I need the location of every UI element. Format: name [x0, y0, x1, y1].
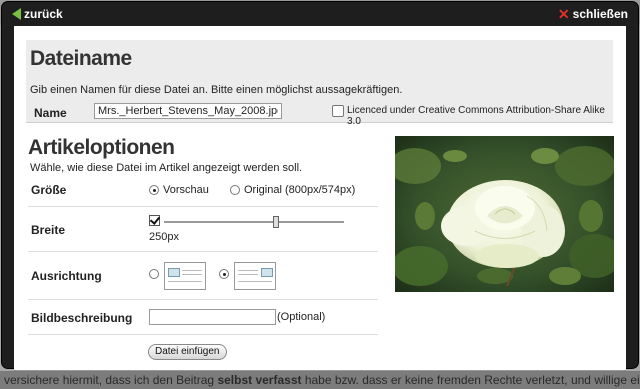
- caption-label: Bildbeschreibung: [31, 311, 133, 325]
- dialog-topbar: zurück ✕ schließen: [2, 2, 638, 26]
- text-line: [182, 270, 202, 271]
- row-divider: [28, 299, 378, 300]
- width-slider-track[interactable]: [164, 221, 344, 223]
- size-preview-label: Vorschau: [163, 184, 209, 196]
- size-label: Größe: [31, 183, 67, 197]
- align-right-preview[interactable]: [234, 262, 276, 290]
- row-divider: [28, 334, 378, 335]
- filename-title: Dateiname: [30, 47, 132, 70]
- back-button[interactable]: zurück: [12, 7, 63, 21]
- background-page-text: versichere hiermit, dass ich den Beitrag…: [0, 371, 640, 389]
- upload-dialog: zurück ✕ schließen Dateiname Gib einen N…: [2, 2, 638, 370]
- align-left-radio[interactable]: [149, 269, 159, 279]
- text-line: [182, 274, 202, 275]
- back-label: zurück: [24, 7, 63, 21]
- text-line: [238, 274, 258, 275]
- filename-panel: Dateiname Gib einen Namen für diese Date…: [26, 40, 613, 127]
- rose-photo: [395, 136, 614, 292]
- size-original-label: Original (800px/574px): [244, 184, 356, 196]
- caption-input[interactable]: [149, 309, 276, 325]
- license-checkbox[interactable]: [332, 105, 344, 117]
- image-preview: [395, 136, 614, 292]
- options-title: Artikeloptionen: [28, 136, 175, 159]
- filename-input[interactable]: [94, 103, 282, 119]
- background-text-bold: selbst verfasst: [217, 373, 302, 387]
- text-line: [238, 270, 258, 271]
- close-label: schließen: [572, 7, 628, 21]
- width-enable-checkbox[interactable]: [149, 215, 160, 226]
- image-icon: [261, 268, 273, 277]
- background-text-part: habe bzw. dass er keine fremden Rechte v…: [301, 373, 640, 387]
- filename-description: Gib einen Namen für diese Datei an. Bitt…: [30, 84, 403, 96]
- alignment-label: Ausrichtung: [31, 269, 102, 283]
- size-preview-radio[interactable]: [149, 185, 159, 195]
- width-value: 250px: [149, 231, 179, 243]
- align-right-radio[interactable]: [219, 269, 229, 279]
- row-divider: [28, 251, 378, 252]
- text-line: [168, 281, 202, 282]
- row-divider: [28, 206, 378, 207]
- width-label: Breite: [31, 223, 66, 237]
- background-text-part: versichere hiermit, dass ich den Beitrag: [4, 373, 218, 387]
- close-icon: ✕: [557, 6, 570, 22]
- close-button[interactable]: ✕ schließen: [558, 7, 628, 21]
- size-original-radio[interactable]: [230, 185, 240, 195]
- back-arrow-icon: [12, 8, 21, 20]
- text-line: [238, 281, 272, 282]
- width-slider-handle[interactable]: [272, 216, 279, 228]
- caption-hint: (Optional): [277, 311, 326, 323]
- options-description: Wähle, wie diese Datei im Artikel angeze…: [30, 162, 303, 174]
- image-icon: [168, 268, 180, 277]
- dialog-content: Dateiname Gib einen Namen für diese Date…: [14, 26, 626, 370]
- insert-file-button[interactable]: Datei einfügen: [148, 344, 227, 360]
- license-label: Licenced under Creative Commons Attribut…: [347, 105, 605, 127]
- align-left-preview[interactable]: [164, 262, 206, 290]
- name-label: Name: [34, 106, 67, 120]
